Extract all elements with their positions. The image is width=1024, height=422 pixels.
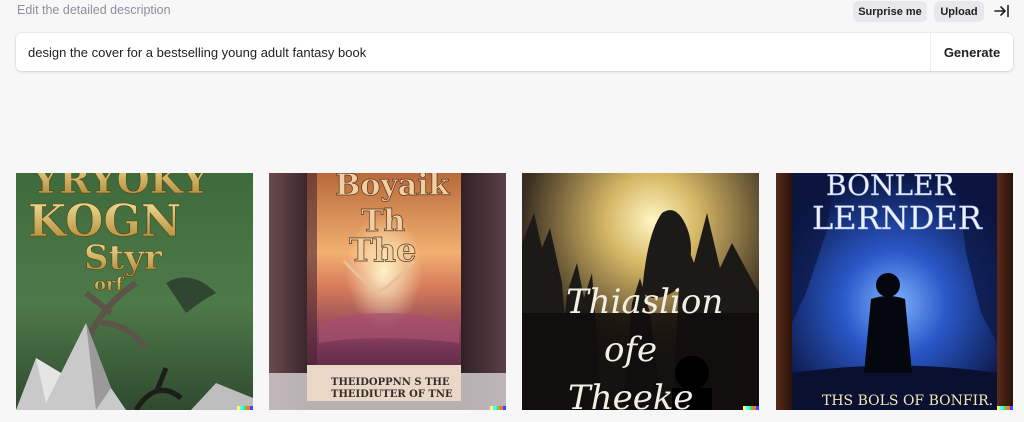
cover-3-title-line-2: ofe — [604, 330, 657, 370]
surprise-me-button[interactable]: Surprise me — [853, 1, 927, 22]
cover-4-subtitle: THS BOLS OF BONFIR. — [822, 393, 993, 409]
cover-1-title-line-4: orf — [94, 274, 124, 295]
cover-2-title-line-3: The — [349, 231, 416, 269]
dalle-signature-badge — [237, 406, 253, 410]
cover-2-subtitle-line-2: THEIDIUTER OF TNE — [331, 389, 453, 400]
dalle-signature-badge — [997, 406, 1013, 410]
prompt-input[interactable] — [16, 33, 930, 71]
cover-2-subtitle-line-1: THEIDOPPNN S THE — [331, 377, 450, 388]
generate-button[interactable]: Generate — [931, 33, 1013, 71]
result-image-1[interactable]: YRYOKY KOGN Styr orf — [16, 173, 253, 410]
prompt-hint: Edit the detailed description — [17, 3, 171, 17]
arrow-right-to-line-icon[interactable] — [991, 2, 1013, 20]
cover-4-title-line-2: LERNDER — [812, 199, 983, 237]
dalle-signature-badge — [490, 406, 506, 410]
cover-4-title-line-1: BONLER — [826, 173, 956, 202]
upload-button[interactable]: Upload — [934, 1, 984, 22]
result-image-2[interactable]: Boyaik Th The THEIDOPPNN S THE THEIDIUTE… — [269, 173, 506, 410]
cover-1-title-line-3: Styr — [84, 238, 163, 278]
top-bar: Edit the detailed description Surprise m… — [0, 0, 1024, 22]
prompt-box: Generate — [16, 33, 1013, 71]
result-image-3[interactable]: Thiaslion ofe Theeke — [522, 173, 759, 410]
result-image-4[interactable]: BONLER LERNDER THS BOLS OF BONFIR. — [776, 173, 1013, 410]
cover-3-title-line-3: Theeke — [568, 378, 694, 410]
cover-3-title-line-1: Thiaslion — [566, 282, 723, 322]
dalle-signature-badge — [743, 406, 759, 410]
results-grid: YRYOKY KOGN Styr orf Boyaik Th The THEID… — [0, 173, 1024, 410]
cover-2-title-line-1: Boyaik — [335, 173, 451, 203]
